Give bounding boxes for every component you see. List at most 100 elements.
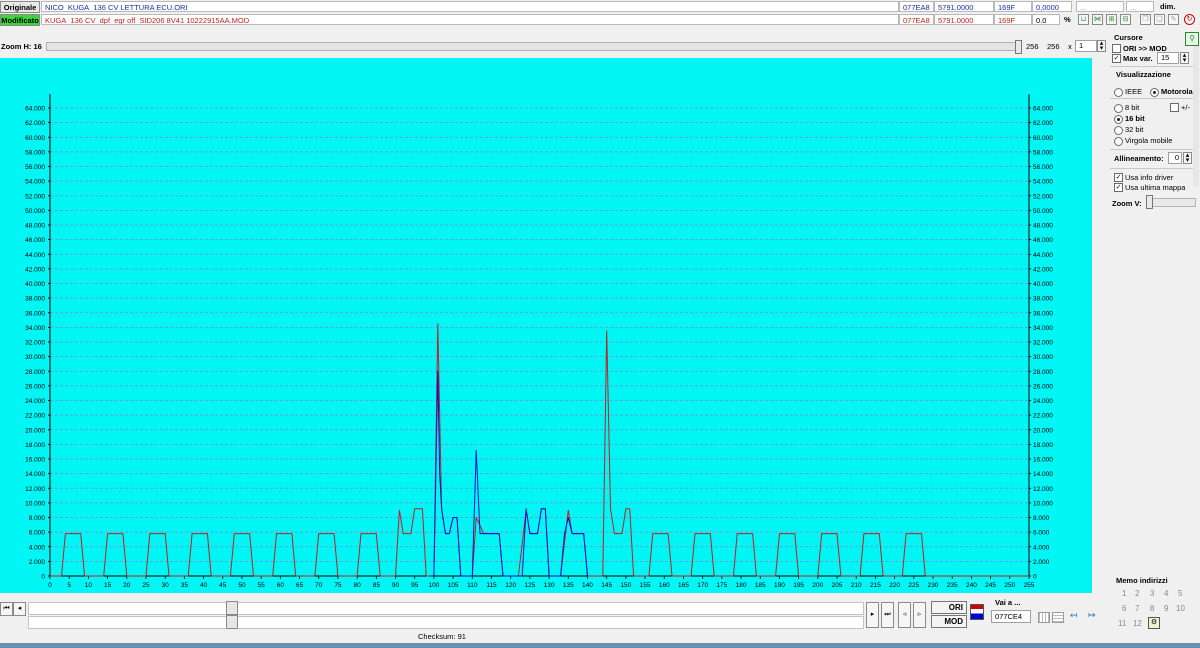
y-tick-label-left: 40.000 <box>25 281 45 288</box>
paste-icon[interactable]: ❏ <box>1154 14 1165 25</box>
x-tick-label: 115 <box>486 582 497 589</box>
zoom-h-slider-thumb[interactable] <box>1015 40 1022 54</box>
y-tick-label-left: 22.000 <box>25 413 45 420</box>
x-tick-label: 105 <box>448 582 459 589</box>
modified-filename: KUGA_136 CV_dpf_egr off_SID206 8V41 1022… <box>41 14 899 25</box>
table-view-icon[interactable] <box>1052 612 1064 623</box>
memo-11[interactable]: 11 <box>1118 619 1126 628</box>
ori-mod-checkbox[interactable] <box>1112 44 1121 53</box>
copy-icon[interactable]: ❐ <box>1140 14 1151 25</box>
virgola-label: Virgola mobile <box>1125 136 1173 145</box>
y-tick-label-left: 56.000 <box>25 164 45 171</box>
32bit-radio[interactable] <box>1114 126 1123 135</box>
save-icon[interactable]: ⊟ <box>1120 14 1131 25</box>
x-tick-label: 100 <box>428 582 439 589</box>
memo-8[interactable]: 8 <box>1150 604 1154 613</box>
reset-icon[interactable]: ↻ <box>1184 14 1195 25</box>
y-tick-label-right: 44.000 <box>1033 252 1053 259</box>
next-icon[interactable]: ▸ <box>866 602 879 628</box>
y-tick-label-right: 0 <box>1033 574 1037 581</box>
scroll-thumb-2[interactable] <box>226 615 238 629</box>
memo-3[interactable]: 3 <box>1150 589 1154 598</box>
allineamento-label: Allineamento: <box>1114 154 1164 163</box>
x-tick-label: 175 <box>716 582 727 589</box>
motorola-label: Motorola <box>1161 87 1193 96</box>
y-tick-label-right: 38.000 <box>1033 296 1053 303</box>
compare-icon[interactable]: ⋈ <box>1092 14 1103 25</box>
zoom-h-times: x <box>1068 42 1072 51</box>
hex-view-icon[interactable]: ⊞ <box>1106 14 1117 25</box>
original-extra2: ... <box>1126 1 1154 12</box>
y-tick-label-right: 26.000 <box>1033 383 1053 390</box>
usa-ultima-checkbox[interactable]: ✓ <box>1114 183 1123 192</box>
memo-6[interactable]: 6 <box>1122 604 1126 613</box>
x-tick-label: 155 <box>640 582 651 589</box>
memo-1[interactable]: 1 <box>1122 589 1126 598</box>
x-tick-label: 30 <box>162 582 170 589</box>
y-tick-label-right: 50.000 <box>1033 208 1053 215</box>
prev-icon[interactable]: ◂ <box>13 602 26 616</box>
zoom-h-slider[interactable] <box>46 42 1020 51</box>
y-tick-label-left: 32.000 <box>25 340 45 347</box>
series-ori-line <box>50 323 1029 577</box>
zoom-v-slider-thumb[interactable] <box>1146 195 1153 209</box>
max-var-input[interactable]: 15 <box>1157 52 1179 64</box>
scroll-track-2[interactable] <box>28 616 864 629</box>
virgola-radio[interactable] <box>1114 137 1123 146</box>
mod-button[interactable]: MOD <box>931 615 967 628</box>
zoom-v-slider[interactable] <box>1146 198 1196 207</box>
panel-scrollbar[interactable] <box>1193 46 1199 186</box>
memo-7[interactable]: 7 <box>1135 604 1139 613</box>
x-tick-label: 195 <box>793 582 804 589</box>
vai-input[interactable]: 077CE4 <box>991 610 1031 623</box>
y-tick-label-right: 30.000 <box>1033 354 1053 361</box>
memo-2[interactable]: 2 <box>1135 589 1139 598</box>
x-tick-label: 35 <box>181 582 189 589</box>
y-tick-label-left: 38.000 <box>25 296 45 303</box>
ieee-label: IEEE <box>1125 87 1143 96</box>
motorola-radio[interactable] <box>1150 88 1159 97</box>
allineamento-spin-icon[interactable]: ▴ ▾ <box>1183 152 1192 164</box>
16bit-label: 16 bit <box>1125 114 1145 123</box>
x-tick-label: 5 <box>67 582 71 589</box>
memo-10[interactable]: 10 <box>1176 604 1185 613</box>
chart: 0 02.000 2.0004.000 4.0006.000 6.0008.000 8.0… <box>25 94 1053 589</box>
max-var-spin-icon[interactable]: ▴ ▾ <box>1180 52 1189 64</box>
plusminus-checkbox[interactable] <box>1170 103 1179 112</box>
divider <box>1110 149 1198 150</box>
step-back-icon[interactable]: ◃ <box>898 602 911 628</box>
arrow-left-icon[interactable]: ↤ <box>1070 610 1078 621</box>
memo-save-icon[interactable]: ⚙ <box>1148 617 1160 629</box>
chart-options-icon[interactable] <box>970 604 984 620</box>
step-forward-icon[interactable]: ▹ <box>913 602 926 628</box>
x-tick-label: 220 <box>889 582 900 589</box>
memo-5[interactable]: 5 <box>1178 589 1182 598</box>
arrow-right-icon[interactable]: ↦ <box>1088 610 1096 621</box>
usa-info-checkbox[interactable]: ✓ <box>1114 173 1123 182</box>
y-tick-label-left: 50.000 <box>25 208 45 215</box>
memo-4[interactable]: 4 <box>1164 589 1168 598</box>
x-tick-label: 65 <box>296 582 304 589</box>
max-var-checkbox[interactable]: ✓ <box>1112 54 1121 63</box>
grid-view-icon[interactable] <box>1038 612 1050 623</box>
memo-12[interactable]: 12 <box>1133 619 1142 628</box>
8bit-radio[interactable] <box>1114 104 1123 113</box>
y-tick-label-left: 28.000 <box>25 369 45 376</box>
scroll-track-1[interactable] <box>28 602 864 615</box>
memo-9[interactable]: 9 <box>1164 604 1168 613</box>
x-tick-label: 130 <box>544 582 555 589</box>
import-icon[interactable]: ⊔ <box>1078 14 1089 25</box>
first-icon[interactable]: ⏮ <box>0 602 13 616</box>
last-icon[interactable]: ⏭ <box>881 602 894 628</box>
zoom-h-multiplier[interactable]: 1 <box>1075 40 1097 52</box>
scroll-thumb-1[interactable] <box>226 601 238 615</box>
16bit-radio[interactable] <box>1114 115 1123 124</box>
tools-icon[interactable]: ✎ <box>1168 14 1179 25</box>
ieee-radio[interactable] <box>1114 88 1123 97</box>
x-tick-label: 255 <box>1024 582 1035 589</box>
allineamento-input[interactable]: 0 <box>1168 152 1182 164</box>
pin-icon[interactable]: ⚲ <box>1185 32 1199 46</box>
zoom-h-spin-icon[interactable]: ▴ ▾ <box>1097 40 1106 52</box>
ori-button[interactable]: ORI <box>931 601 967 614</box>
y-tick-label-right: 28.000 <box>1033 369 1053 376</box>
